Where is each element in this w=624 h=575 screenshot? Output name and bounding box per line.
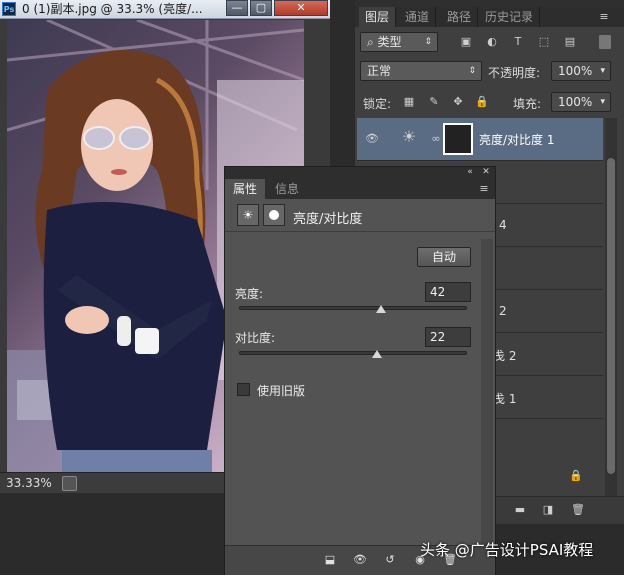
- props-tabs: 属性 信息 ≡: [225, 179, 495, 199]
- layer-row-brightness-contrast[interactable]: 👁 ☀ ∞ 亮度/对比度 1: [357, 118, 603, 161]
- tab-info[interactable]: 信息: [267, 179, 307, 199]
- chevron-down-icon: ▾: [600, 66, 605, 76]
- chevron-updown-icon: ⇕: [424, 37, 432, 47]
- zoom-level[interactable]: 33.33%: [6, 476, 52, 490]
- tab-properties[interactable]: 属性: [225, 179, 266, 199]
- props-header: ☀ 亮度/对比度: [225, 199, 495, 232]
- link-icon[interactable]: ∞: [429, 132, 443, 146]
- panel-menu-icon[interactable]: ≡: [597, 10, 611, 24]
- tab-history[interactable]: 历史记录: [479, 7, 541, 27]
- fill-field[interactable]: 100% ▾: [551, 92, 611, 112]
- close-panel-icon[interactable]: ✕: [479, 165, 493, 179]
- view-previous-icon[interactable]: 👁: [351, 553, 369, 567]
- lock-image-icon[interactable]: ✎: [427, 95, 441, 109]
- image-filter-icon[interactable]: ▣: [459, 35, 473, 49]
- eye-icon[interactable]: 👁: [365, 132, 379, 146]
- chevron-updown-icon: ⇕: [468, 66, 476, 76]
- layers-scrollbar-thumb[interactable]: [607, 158, 615, 474]
- brightness-slider-thumb[interactable]: [376, 305, 387, 313]
- legacy-checkbox[interactable]: [237, 383, 250, 396]
- smart-object-filter-icon[interactable]: ▤: [563, 35, 577, 49]
- lock-label: 锁定:: [363, 97, 392, 111]
- blend-mode-value: 正常: [367, 64, 392, 78]
- layer-name-fragment: 戋 2: [493, 349, 517, 363]
- panel-collapse-bar[interactable]: [355, 0, 624, 7]
- props-collapse-bar[interactable]: « ✕: [225, 167, 495, 179]
- props-scrollbar[interactable]: [481, 239, 493, 545]
- new-group-icon[interactable]: ▬: [513, 503, 527, 517]
- panel-menu-icon[interactable]: ≡: [477, 182, 491, 196]
- document-title: 0 (1)副本.jpg @ 33.3% (亮度/...: [22, 2, 203, 16]
- layers-tabs: 图层 通道 路径 历史记录 ≡: [355, 7, 624, 27]
- delete-layer-icon[interactable]: 🗑: [571, 503, 585, 517]
- mask-icon[interactable]: [263, 204, 285, 226]
- layer-name-fragment: 戋 1: [493, 392, 517, 406]
- brightness-input[interactable]: 42: [425, 282, 471, 302]
- fill-label: 填充:: [513, 97, 542, 111]
- brightness-adjustment-icon[interactable]: ☀: [237, 204, 259, 226]
- legacy-label: 使用旧版: [257, 384, 306, 398]
- auto-button[interactable]: 自动: [417, 247, 471, 267]
- document-titlebar[interactable]: Ps 0 (1)副本.jpg @ 33.3% (亮度/... — ▢ ✕: [0, 0, 330, 19]
- filter-toggle[interactable]: [599, 35, 611, 49]
- status-menu-icon[interactable]: [62, 476, 77, 491]
- brightness-adjustment-icon: ☀: [401, 127, 417, 146]
- close-button[interactable]: ✕: [274, 0, 328, 16]
- filter-kind-value: 类型: [377, 35, 402, 49]
- contrast-input[interactable]: 22: [425, 327, 471, 347]
- search-icon: ⌕: [367, 35, 378, 49]
- layer-name-fragment: 4: [499, 218, 507, 232]
- contrast-slider-thumb[interactable]: [371, 350, 382, 358]
- opacity-field[interactable]: 100% ▾: [551, 61, 611, 81]
- watermark: 头条 @广告设计PSAI教程: [420, 541, 594, 559]
- photoshop-logo-icon: Ps: [2, 2, 16, 16]
- brightness-label: 亮度:: [235, 287, 264, 301]
- minimize-button[interactable]: —: [226, 0, 248, 16]
- type-filter-icon[interactable]: T: [511, 35, 525, 49]
- opacity-value: 100%: [558, 64, 593, 78]
- filter-kind-dropdown[interactable]: ⌕ 类型 ⇕: [360, 32, 438, 52]
- shape-filter-icon[interactable]: ⬚: [537, 35, 551, 49]
- reset-icon[interactable]: ↺: [381, 553, 399, 567]
- props-title: 亮度/对比度: [293, 212, 363, 227]
- opacity-label: 不透明度:: [488, 66, 541, 80]
- tab-layers[interactable]: 图层: [359, 7, 397, 27]
- tab-paths[interactable]: 路径: [441, 7, 479, 27]
- chevron-down-icon: ▾: [600, 97, 605, 107]
- lock-all-icon[interactable]: 🔒: [475, 95, 489, 109]
- layers-scrollbar[interactable]: [605, 118, 617, 496]
- layer-name-fragment: 2: [499, 304, 507, 318]
- new-layer-icon[interactable]: ◨: [541, 503, 555, 517]
- lock-transparent-icon[interactable]: ▦: [402, 95, 416, 109]
- maximize-button[interactable]: ▢: [250, 0, 272, 16]
- contrast-slider[interactable]: [239, 350, 467, 358]
- collapse-icon[interactable]: «: [463, 165, 477, 179]
- lock-position-icon[interactable]: ✥: [451, 95, 465, 109]
- contrast-label: 对比度:: [235, 331, 276, 345]
- lock-icon: 🔒: [569, 469, 583, 482]
- blend-mode-dropdown[interactable]: 正常 ⇕: [360, 61, 482, 81]
- brightness-slider[interactable]: [239, 305, 467, 313]
- layer-mask-thumbnail[interactable]: [443, 123, 473, 155]
- clip-to-layer-icon[interactable]: ⬓: [321, 553, 339, 567]
- layer-name[interactable]: 亮度/对比度 1: [479, 131, 555, 148]
- tab-channels[interactable]: 通道: [399, 7, 437, 27]
- fill-value: 100%: [558, 95, 593, 109]
- properties-panel: « ✕ 属性 信息 ≡ ☀ 亮度/对比度 自动 亮度: 42 对比度: 22 使…: [224, 166, 496, 575]
- adjustment-filter-icon[interactable]: ◐: [485, 35, 499, 49]
